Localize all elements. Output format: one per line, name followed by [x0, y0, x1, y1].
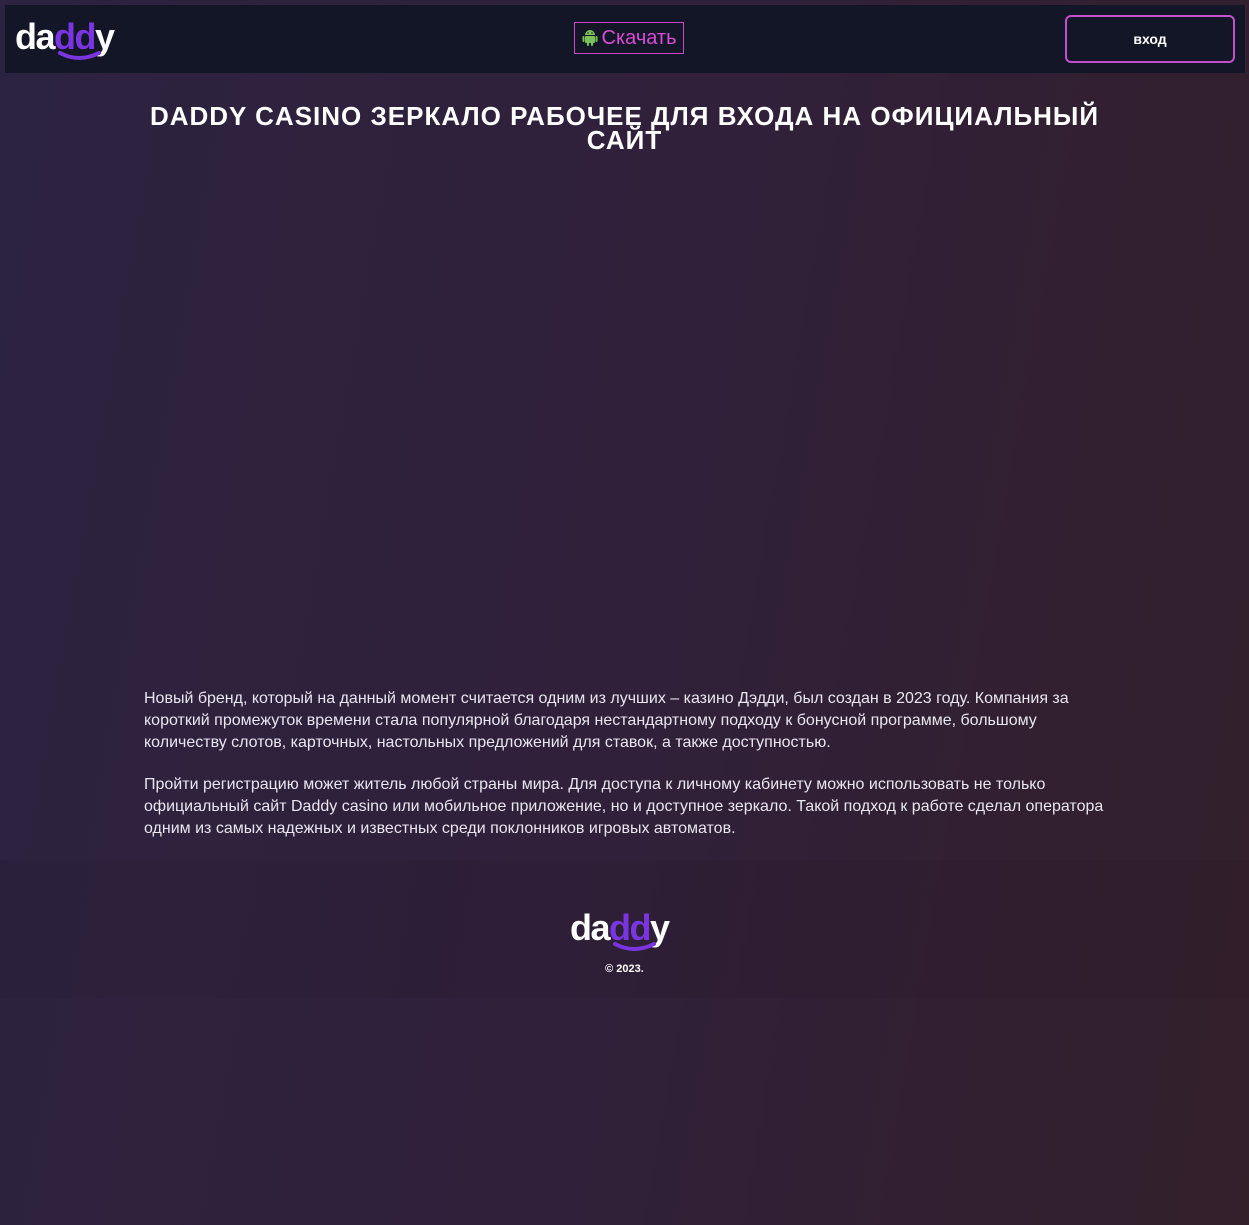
copyright-text: © 2023. [605, 963, 644, 975]
footer-logo[interactable]: daddy [570, 908, 680, 954]
site-footer: daddy © 2023. [0, 860, 1249, 998]
registration-paragraph: Пройти регистрацию может житель любой ст… [144, 776, 1104, 837]
content-section: Новый бренд, который на данный момент сч… [144, 688, 1114, 860]
download-label: Скачать [601, 26, 677, 49]
download-button[interactable]: Скачать [574, 22, 684, 54]
login-button[interactable]: вход [1065, 15, 1235, 63]
intro-paragraph: Новый бренд, который на данный момент сч… [144, 690, 1069, 751]
svg-text:daddy: daddy [570, 908, 670, 948]
android-icon [582, 30, 597, 46]
daddy-logo[interactable]: daddy [15, 17, 125, 63]
page-title: DADDY CASINO ЗЕРКАЛО РАБОЧЕЕ ДЛЯ ВХОДА Н… [149, 101, 1100, 155]
svg-text:daddy: daddy [15, 17, 115, 57]
site-header: daddy Скачать вход [5, 5, 1245, 73]
